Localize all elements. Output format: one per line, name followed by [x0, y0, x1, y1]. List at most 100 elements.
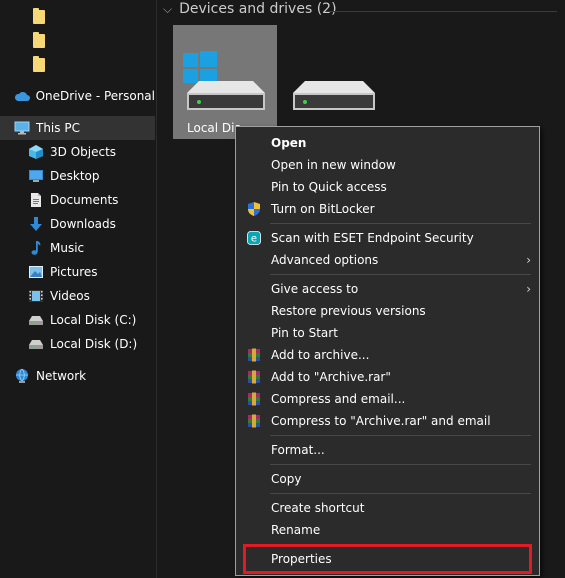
- menu-item-label: Advanced options: [271, 253, 379, 267]
- menu-item-advanced-options[interactable]: Advanced options ›: [236, 249, 539, 271]
- videos-icon: [28, 288, 44, 304]
- menu-item-label: Copy: [271, 472, 302, 486]
- svg-text:e: e: [251, 234, 257, 245]
- menu-item-label: Add to "Archive.rar": [271, 370, 391, 384]
- menu-item-label: Open: [271, 136, 307, 150]
- sidebar-item-label: 3D Objects: [50, 145, 117, 159]
- winrar-icon: [246, 347, 262, 363]
- sidebar-item-label: Music: [50, 241, 85, 255]
- menu-item-pin-quick-access[interactable]: Pin to Quick access: [236, 176, 539, 198]
- chevron-down-icon[interactable]: ⌵: [163, 2, 172, 17]
- windows-drive-icon: [183, 51, 265, 110]
- menu-item-label: Turn on BitLocker: [271, 202, 375, 216]
- winrar-icon: [246, 413, 262, 429]
- winrar-icon: [246, 391, 262, 407]
- chevron-right-icon: ›: [526, 282, 531, 296]
- menu-separator: [270, 435, 531, 436]
- sidebar-item-downloads[interactable]: Downloads: [14, 212, 155, 236]
- sidebar-item-3d-objects[interactable]: 3D Objects: [14, 140, 155, 164]
- menu-separator: [270, 493, 531, 494]
- sidebar-item-label: Pictures: [50, 265, 98, 279]
- sidebar-item-local-disk-c[interactable]: Local Disk (C:): [14, 308, 155, 332]
- menu-item-eset-scan[interactable]: e Scan with ESET Endpoint Security: [236, 227, 539, 249]
- sidebar-item-label: Desktop: [50, 169, 100, 183]
- sidebar-item-label: Documents: [50, 193, 119, 207]
- music-icon: [28, 240, 44, 256]
- downloads-icon: [28, 216, 44, 232]
- desktop-icon: [28, 168, 44, 184]
- sidebar-item-onedrive[interactable]: OneDrive - Personal: [0, 84, 155, 108]
- eset-icon: e: [246, 230, 262, 246]
- sidebar-item-pictures[interactable]: Pictures: [14, 260, 155, 284]
- sidebar-item-videos[interactable]: Videos: [14, 284, 155, 308]
- menu-item-rename[interactable]: Rename: [236, 519, 539, 541]
- menu-item-label: Rename: [271, 523, 321, 537]
- drive-label: Local Dis: [187, 121, 241, 135]
- sidebar-item-local-disk-d[interactable]: Local Disk (D:): [14, 332, 155, 356]
- menu-item-label: Properties: [271, 552, 332, 566]
- sidebar-item-this-pc[interactable]: This PC: [0, 116, 155, 140]
- menu-item-pin-start[interactable]: Pin to Start: [236, 322, 539, 344]
- menu-item-label: Restore previous versions: [271, 304, 426, 318]
- folder-icon[interactable]: [33, 56, 45, 72]
- sidebar-item-documents[interactable]: Documents: [14, 188, 155, 212]
- network-icon: [14, 368, 30, 384]
- menu-item-open[interactable]: Open: [236, 132, 539, 154]
- winrar-icon: [246, 369, 262, 385]
- menu-item-label: Open in new window: [271, 158, 396, 172]
- sidebar-item-label: This PC: [36, 121, 80, 135]
- menu-item-label: Compress and email...: [271, 392, 406, 406]
- sidebar-item-label: Network: [36, 369, 87, 383]
- group-header-label: Devices and drives (2): [179, 1, 337, 17]
- drive-icon: [28, 312, 44, 328]
- navigation-pane: OneDrive - Personal This PC 3D Objects D…: [0, 0, 157, 578]
- folder-icon[interactable]: [33, 8, 45, 24]
- menu-separator: [270, 544, 531, 545]
- sidebar-item-desktop[interactable]: Desktop: [14, 164, 155, 188]
- menu-item-label: Format...: [271, 443, 325, 457]
- menu-separator: [270, 274, 531, 275]
- menu-item-create-shortcut[interactable]: Create shortcut: [236, 497, 539, 519]
- context-menu: Open Open in new window Pin to Quick acc…: [235, 126, 540, 576]
- menu-item-open-new-window[interactable]: Open in new window: [236, 154, 539, 176]
- devices-group-header[interactable]: ⌵ Devices and drives (2): [163, 1, 337, 17]
- computer-icon: [14, 120, 30, 136]
- sidebar-item-label: Downloads: [50, 217, 116, 231]
- onedrive-cloud-icon: [14, 88, 30, 104]
- sidebar-item-music[interactable]: Music: [14, 236, 155, 260]
- menu-item-format[interactable]: Format...: [236, 439, 539, 461]
- uac-shield-icon: [246, 201, 262, 217]
- menu-item-add-archive[interactable]: Add to archive...: [236, 344, 539, 366]
- menu-item-label: Pin to Start: [271, 326, 338, 340]
- documents-icon: [28, 192, 44, 208]
- menu-item-label: Add to archive...: [271, 348, 370, 362]
- menu-item-label: Pin to Quick access: [271, 180, 387, 194]
- sidebar-item-network[interactable]: Network: [0, 364, 155, 388]
- pictures-icon: [28, 264, 44, 280]
- drive-c-tile[interactable]: Local Dis: [173, 25, 277, 139]
- menu-item-properties[interactable]: Properties: [236, 548, 539, 570]
- menu-item-label: Create shortcut: [271, 501, 365, 515]
- menu-item-label: Scan with ESET Endpoint Security: [271, 231, 474, 245]
- menu-item-label: Give access to: [271, 282, 359, 296]
- folder-icon[interactable]: [33, 32, 45, 48]
- menu-item-compress-rar-email[interactable]: Compress to "Archive.rar" and email: [236, 410, 539, 432]
- drive-icon: [293, 81, 375, 110]
- menu-item-copy[interactable]: Copy: [236, 468, 539, 490]
- sidebar-item-label: Videos: [50, 289, 90, 303]
- menu-item-give-access[interactable]: Give access to ›: [236, 278, 539, 300]
- menu-separator: [270, 223, 531, 224]
- 3d-objects-icon: [28, 144, 44, 160]
- sidebar-item-label: Local Disk (D:): [50, 337, 138, 351]
- menu-item-label: Compress to "Archive.rar" and email: [271, 414, 491, 428]
- group-divider: [329, 11, 557, 12]
- menu-item-bitlocker[interactable]: Turn on BitLocker: [236, 198, 539, 220]
- chevron-right-icon: ›: [526, 253, 531, 267]
- drive-icon: [28, 336, 44, 352]
- sidebar-item-label: Local Disk (C:): [50, 313, 137, 327]
- menu-separator: [270, 464, 531, 465]
- menu-item-restore-versions[interactable]: Restore previous versions: [236, 300, 539, 322]
- menu-item-compress-email[interactable]: Compress and email...: [236, 388, 539, 410]
- drive-d-tile[interactable]: [285, 25, 389, 139]
- menu-item-add-archive-rar[interactable]: Add to "Archive.rar": [236, 366, 539, 388]
